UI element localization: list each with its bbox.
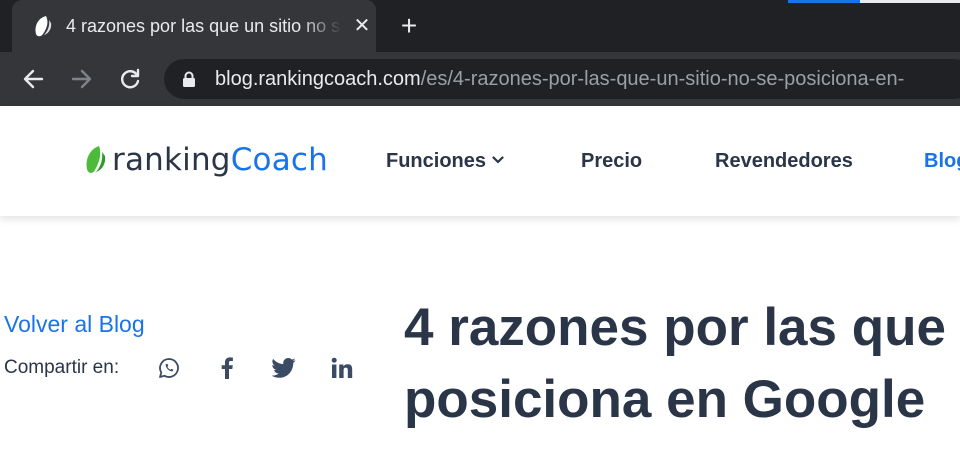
article-headline: 4 razones por las que posiciona en Googl…	[404, 292, 960, 436]
rankingcoach-logo-icon	[86, 146, 106, 173]
logo-text-ranking: ranking	[112, 142, 231, 178]
site-header: rankingCoach Funciones Precio Revendedor…	[0, 106, 960, 216]
nav-funciones[interactable]: Funciones	[386, 149, 504, 173]
arrow-left-icon[interactable]	[18, 64, 48, 94]
whatsapp-icon[interactable]	[157, 355, 181, 381]
back-to-blog-link[interactable]: Volver al Blog	[4, 310, 145, 338]
nav-funciones-label: Funciones	[386, 150, 487, 172]
chevron-down-icon	[492, 156, 504, 164]
browser-toolbar: blog.rankingcoach.com/es/4-razones-por-l…	[0, 52, 960, 106]
share-label: Compartir en:	[4, 357, 120, 378]
reload-icon[interactable]	[115, 64, 145, 94]
rankingcoach-favicon-icon	[35, 16, 52, 37]
window-indicator	[788, 0, 860, 3]
twitter-icon[interactable]	[272, 355, 296, 381]
facebook-icon[interactable]	[215, 355, 239, 381]
logo-text-coach: Coach	[230, 142, 328, 178]
address-bar[interactable]: blog.rankingcoach.com/es/4-razones-por-l…	[164, 59, 960, 99]
url-host: blog.rankingcoach.com	[215, 68, 421, 90]
window-indicator-light	[860, 0, 960, 3]
lock-icon	[183, 71, 195, 87]
linkedin-icon[interactable]	[330, 355, 354, 381]
url-path: /es/4-razones-por-las-que-un-sitio-no-se…	[420, 68, 905, 90]
browser-tabstrip: 4 razones por las que un sitio no se pos…	[0, 0, 960, 52]
headline-line-1: 4 razones por las que	[404, 298, 946, 357]
rankingcoach-logo[interactable]: rankingCoach	[84, 140, 328, 180]
nav-blog[interactable]: Blog	[924, 149, 960, 173]
arrow-right-icon[interactable]	[67, 64, 97, 94]
close-icon[interactable]: ✕	[350, 14, 374, 38]
nav-precio[interactable]: Precio	[581, 149, 642, 173]
url-text: blog.rankingcoach.com/es/4-razones-por-l…	[215, 67, 904, 91]
headline-line-2: posiciona en Google	[404, 370, 926, 429]
tab-title: 4 razones por las que un sitio no se pos…	[66, 16, 342, 36]
plus-icon[interactable]: +	[394, 11, 424, 41]
browser-tab[interactable]: 4 razones por las que un sitio no se pos…	[12, 0, 376, 52]
nav-revendedores[interactable]: Revendedores	[715, 149, 853, 173]
